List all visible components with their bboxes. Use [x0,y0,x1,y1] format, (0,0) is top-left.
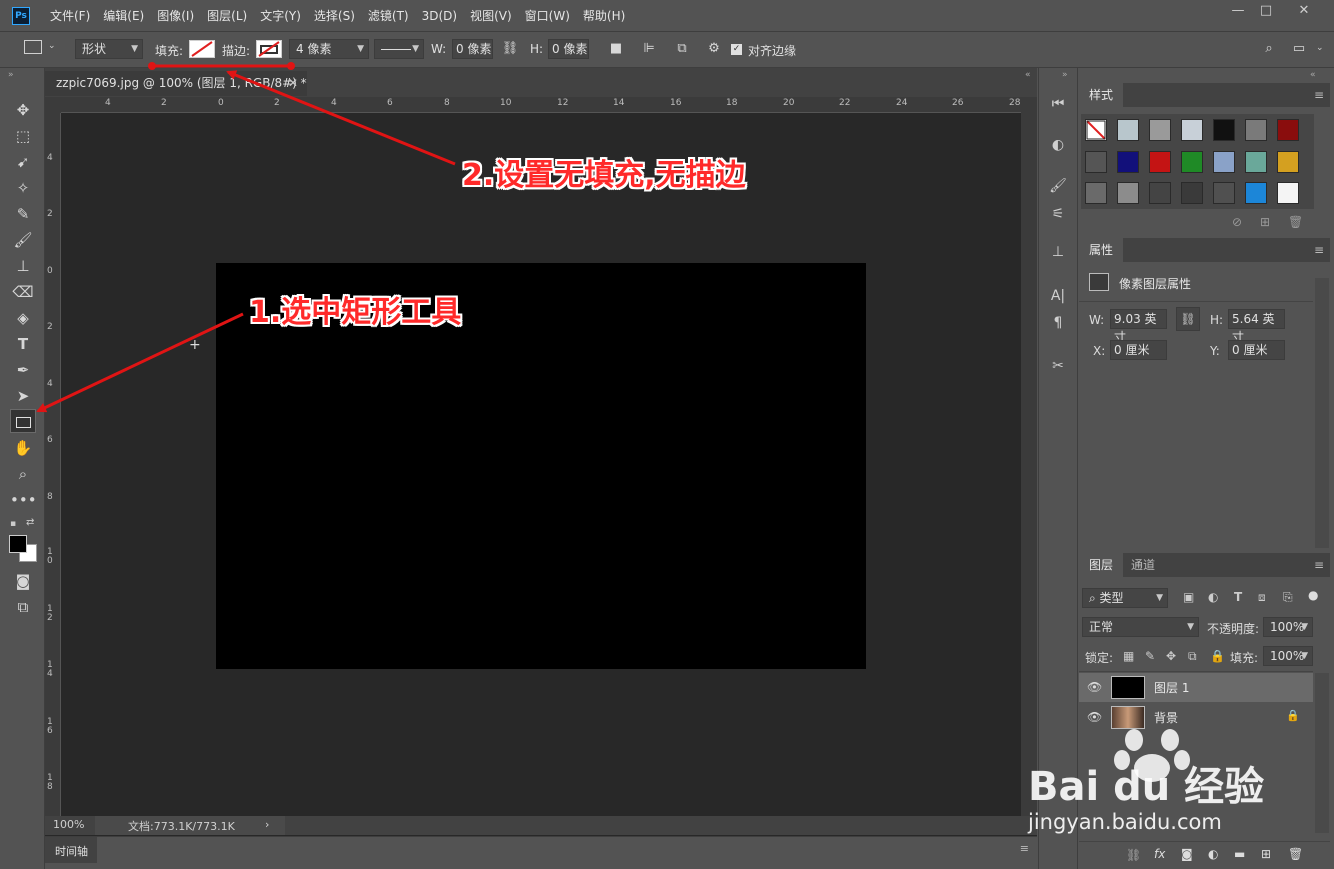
annotation-arrow-step2 [226,70,456,166]
annotation-step1: 1.选中矩形工具 [249,295,462,330]
watermark-brand: Bai du 经验 [1028,764,1265,810]
annotation-dot [287,62,295,70]
annotation-dot [148,62,156,70]
watermark-url: jingyan.baidu.com [1028,810,1222,834]
annotation-arrow-step1 [36,312,244,413]
annotation-step2: 2.设置无填充,无描边 [462,158,746,193]
baidu-watermark: Bai du 经验 jingyan.baidu.com [1028,729,1328,842]
